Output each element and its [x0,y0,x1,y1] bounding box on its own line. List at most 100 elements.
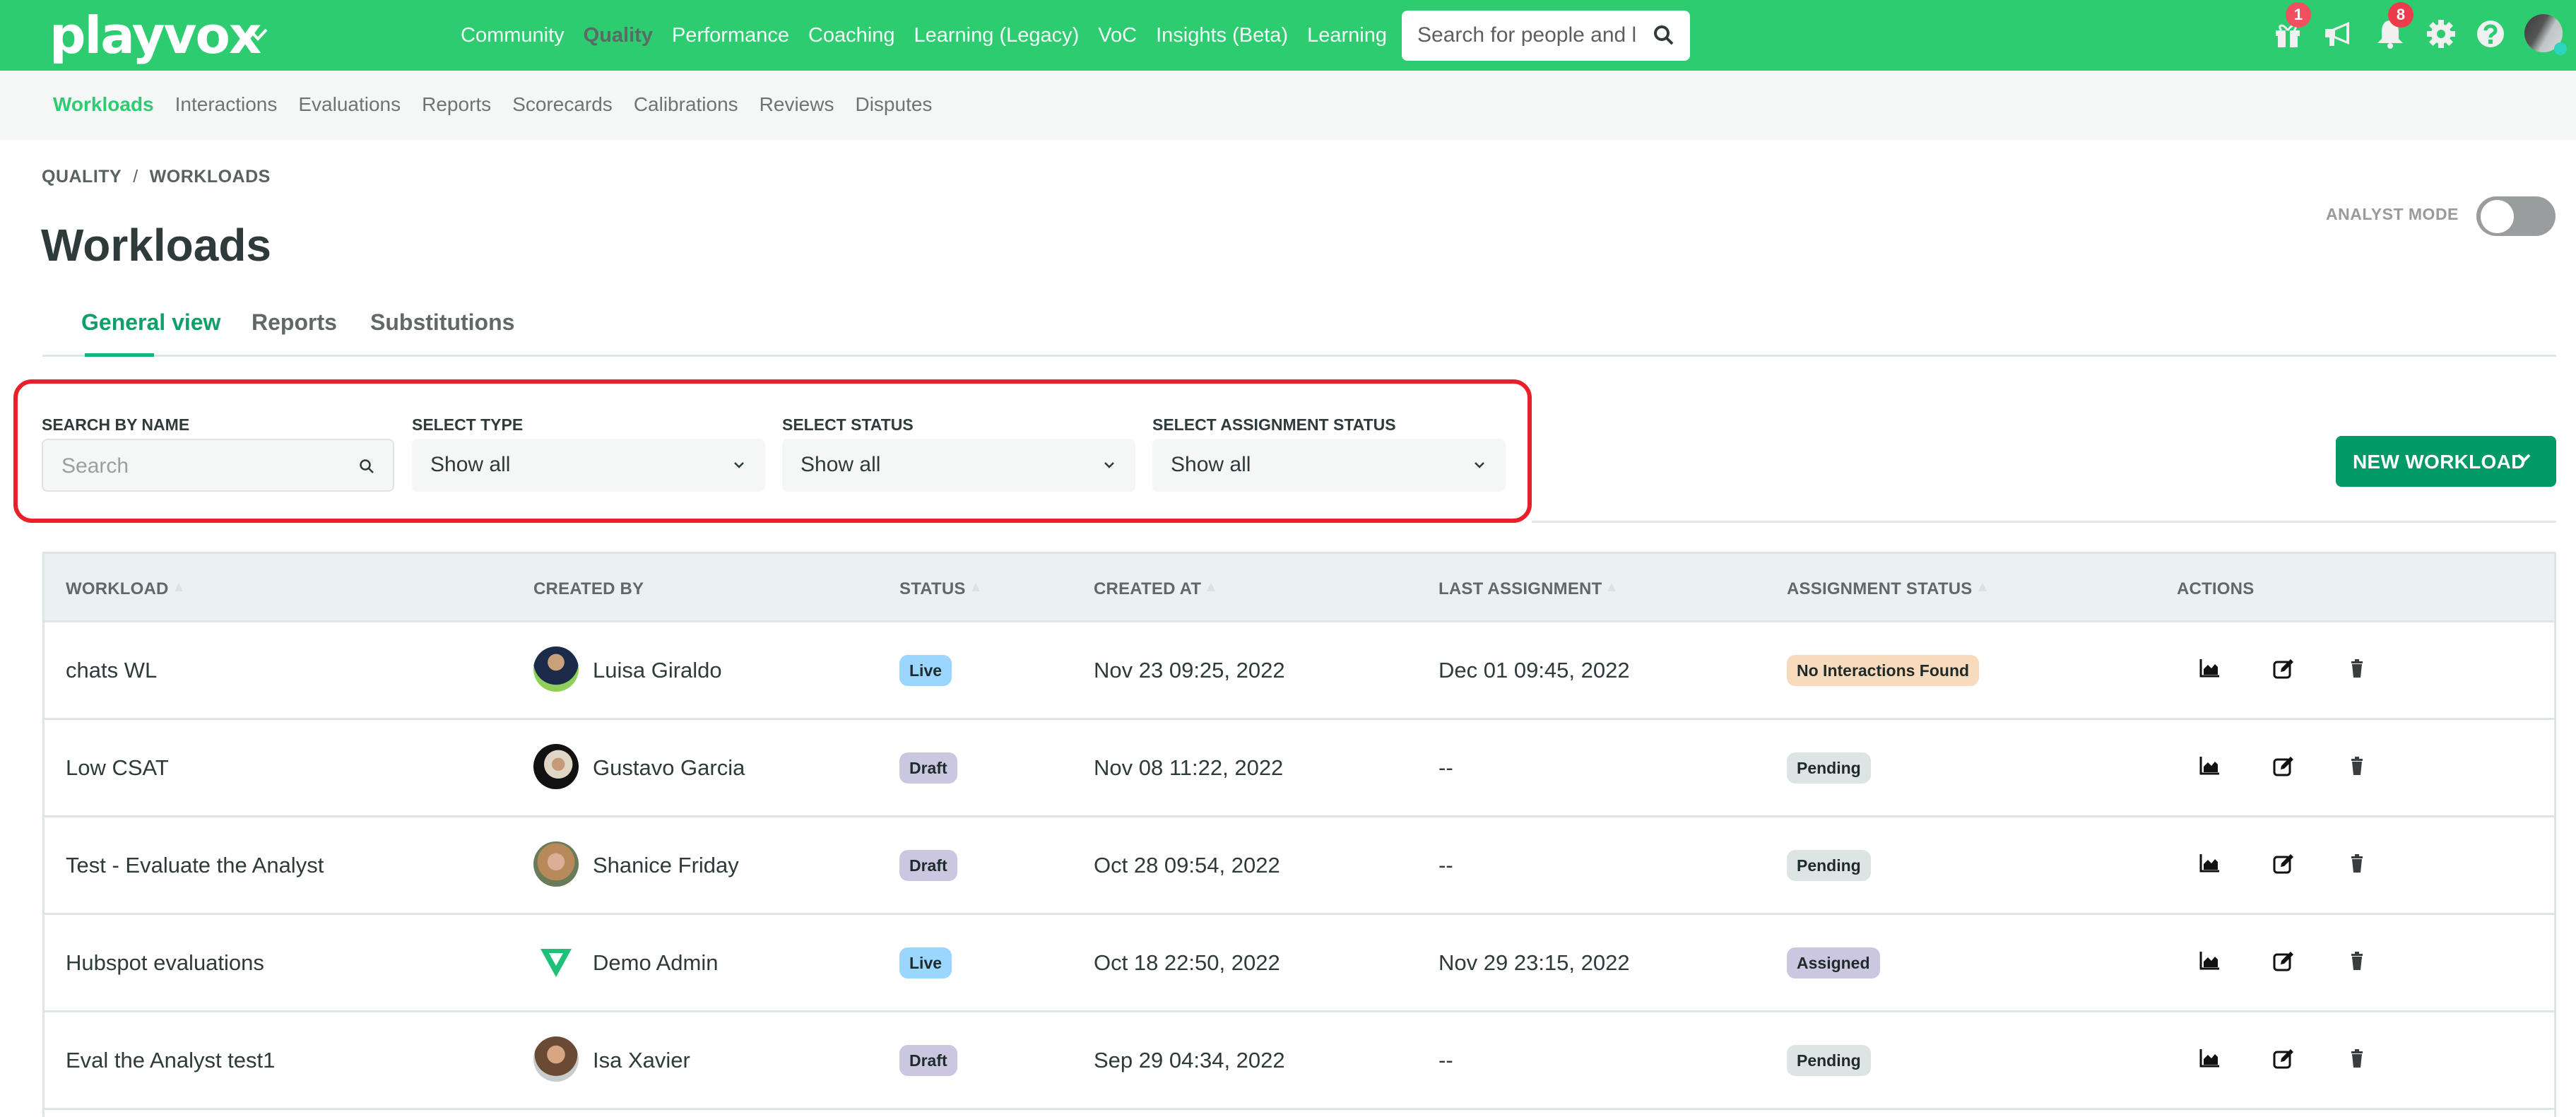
last-assignment: -- [1438,1048,1453,1072]
workload-name[interactable]: Eval the Analyst test1 [66,1048,275,1073]
breadcrumb-separator: / [133,167,138,187]
chart-icon[interactable] [2198,754,2222,778]
analyst-mode-toggle[interactable] [2476,196,2556,236]
sort-icon[interactable] [174,583,183,591]
column-header-created-at[interactable]: CREATED AT [1094,579,1216,599]
column-label: ACTIONS [2177,579,2255,598]
sort-icon[interactable] [1978,583,1987,591]
nav-learning[interactable]: Learning [1307,21,1387,49]
breadcrumb-quality[interactable]: QUALITY [42,167,122,187]
select-status-value: Show all [800,453,881,476]
column-header-last-assignment[interactable]: LAST ASSIGNMENT [1438,579,1617,599]
search-icon [360,459,374,473]
trash-icon[interactable] [2345,949,2369,973]
column-header-status[interactable]: STATUS [899,579,980,599]
subnav-reviews[interactable]: Reviews [760,92,834,117]
nav-insights-beta[interactable]: Insights (Beta) [1156,21,1288,49]
megaphone-icon[interactable] [2322,18,2355,50]
table-row[interactable]: Test - Evaluate the Analyst Shanice Frid… [45,817,2554,915]
workload-name[interactable]: chats WL [66,658,157,683]
sort-icon[interactable] [1607,583,1617,591]
tab-substitutions[interactable]: Substitutions [370,309,514,336]
column-label: WORKLOAD [66,579,169,598]
subnav-interactions[interactable]: Interactions [175,92,278,117]
column-header-assignment-status[interactable]: ASSIGNMENT STATUS [1787,579,1987,599]
assignment-status-badge: Pending [1787,752,1871,784]
gear-icon[interactable] [2425,18,2457,50]
new-workload-button[interactable]: NEW WORKLOAD [2336,436,2556,487]
avatar [533,1036,579,1082]
trash-icon[interactable] [2345,1046,2369,1070]
trash-icon[interactable] [2345,656,2369,680]
subnav-evaluations[interactable]: Evaluations [298,92,401,117]
sort-icon[interactable] [1207,583,1216,591]
select-status-dropdown[interactable]: Show all [782,439,1135,492]
search-by-name-input[interactable]: Search [42,439,394,492]
chart-icon[interactable] [2198,1046,2222,1070]
column-label: ASSIGNMENT STATUS [1787,579,1973,598]
subnav-calibrations[interactable]: Calibrations [634,92,738,117]
subnav-workloads[interactable]: Workloads [53,92,154,117]
global-search-input[interactable]: Search for people and l [1402,11,1690,61]
chart-icon[interactable] [2198,851,2222,875]
avatar [533,646,579,692]
new-workload-label: NEW WORKLOAD [2353,451,2526,473]
trash-icon[interactable] [2345,851,2369,875]
chevron-down-icon[interactable] [244,20,272,48]
table-row[interactable]: Low CSAT Gustavo Garcia Draft Nov 08 11:… [45,720,2554,817]
edit-icon[interactable] [2271,949,2296,973]
trash-icon[interactable] [2345,754,2369,778]
nav-coaching[interactable]: Coaching [808,21,895,49]
nav-community[interactable]: Community [461,21,565,49]
avatar [533,841,579,887]
playvox-logo[interactable]: playvox [49,6,261,65]
select-type-label: SELECT TYPE [412,415,524,434]
edit-icon[interactable] [2271,1046,2296,1070]
chevron-down-icon [1475,462,1484,468]
playvox-logo-avatar [540,949,572,977]
column-label: STATUS [899,579,966,598]
user-avatar[interactable] [2524,14,2567,55]
nav-voc[interactable]: VoC [1098,21,1137,49]
select-assignment-status-dropdown[interactable]: Show all [1152,439,1506,492]
select-type-value: Show all [430,453,511,476]
nav-learning-legacy[interactable]: Learning (Legacy) [914,21,1080,49]
help-icon[interactable] [2474,18,2507,50]
chart-icon[interactable] [2198,949,2222,973]
table-row[interactable]: Hubspot evaluations Demo Admin Live Oct … [45,915,2554,1012]
quality-subnav: Workloads Interactions Evaluations Repor… [0,71,2576,140]
workload-name[interactable]: Low CSAT [66,755,169,781]
chart-icon[interactable] [2198,656,2222,680]
nav-quality[interactable]: Quality [584,21,653,49]
table-row[interactable]: Eval the Analyst test1 Isa Xavier Draft … [45,1012,2554,1110]
created-by: Demo Admin [593,950,719,975]
status-badge: Live [899,655,952,686]
assignment-status-badge: Assigned [1787,947,1880,979]
created-at: Oct 18 22:50, 2022 [1094,950,1280,975]
subnav-reports[interactable]: Reports [422,92,491,117]
created-by: Gustavo Garcia [593,755,745,780]
avatar [533,744,579,789]
search-icon[interactable] [1653,25,1674,46]
toggle-knob [2481,200,2514,233]
edit-icon[interactable] [2271,754,2296,778]
edit-icon[interactable] [2271,656,2296,680]
chevron-down-icon[interactable] [2515,451,2532,466]
workload-name[interactable]: Hubspot evaluations [66,950,264,976]
tab-general-view[interactable]: General view [81,309,220,336]
sort-icon[interactable] [971,583,980,591]
table-row[interactable]: chats WL Luisa Giraldo Live Nov 23 09:25… [45,622,2554,720]
edit-icon[interactable] [2271,851,2296,875]
tab-reports[interactable]: Reports [252,309,337,336]
subnav-disputes[interactable]: Disputes [855,92,932,117]
assignment-status-badge: No Interactions Found [1787,655,1980,686]
main-nav: Community Quality Performance Coaching L… [461,21,1406,49]
subnav-scorecards[interactable]: Scorecards [512,92,613,117]
select-type-dropdown[interactable]: Show all [412,439,765,492]
select-status-label: SELECT STATUS [782,415,914,434]
nav-performance[interactable]: Performance [672,21,789,49]
workload-name[interactable]: Test - Evaluate the Analyst [66,853,324,878]
analyst-mode-label: ANALYST MODE [2326,205,2459,223]
column-header-created-by: CREATED BY [533,579,644,599]
column-header-workload[interactable]: WORKLOAD [66,579,183,599]
